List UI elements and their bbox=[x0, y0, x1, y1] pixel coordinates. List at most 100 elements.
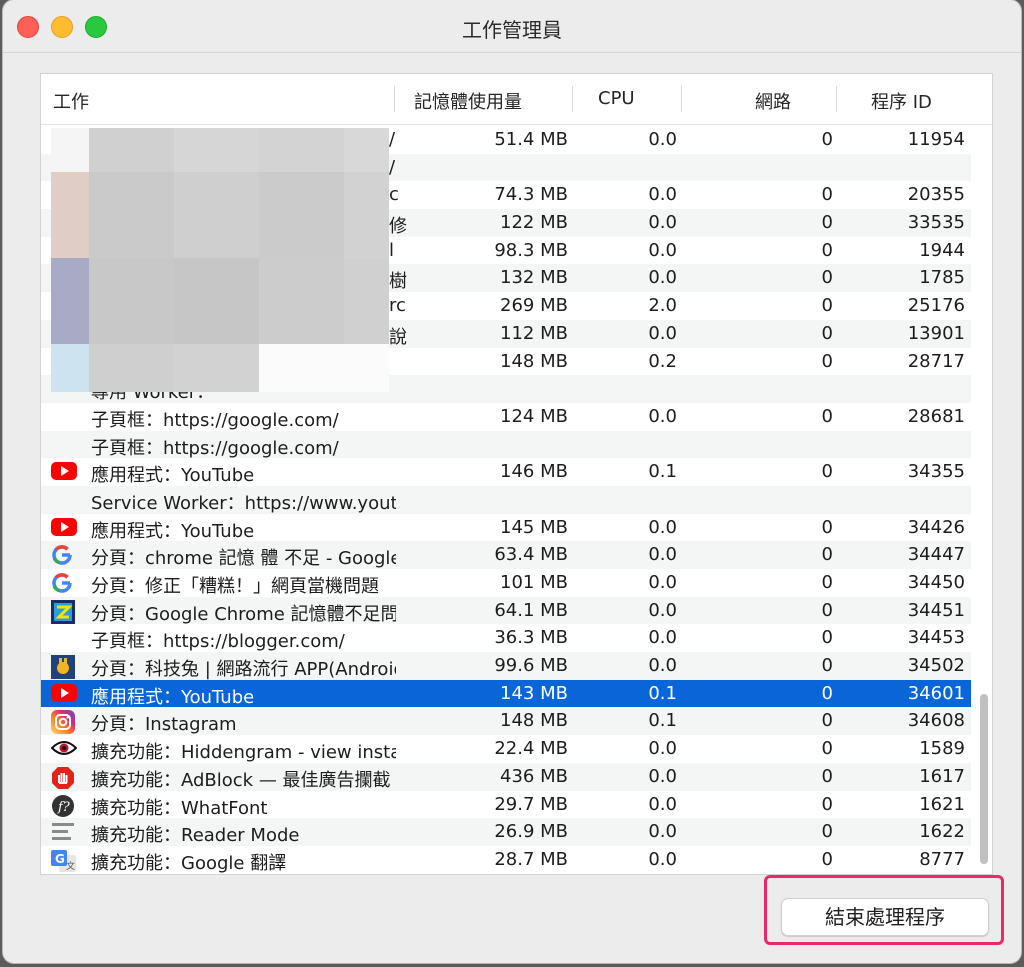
youtube-icon bbox=[51, 683, 79, 705]
network-cell: 0 bbox=[821, 655, 833, 677]
memory-cell: 143 MB bbox=[500, 682, 568, 704]
pid-cell: 28681 bbox=[907, 405, 965, 427]
network-cell: 0 bbox=[821, 682, 833, 704]
column-divider bbox=[572, 86, 573, 112]
column-divider bbox=[394, 86, 395, 112]
network-cell: 0 bbox=[821, 405, 833, 427]
adblock-icon bbox=[51, 766, 79, 789]
table-row[interactable]: 擴充功能：AdBlock — 最佳廣告攔截 436 MB 0.0 0 1617 bbox=[41, 762, 971, 791]
table-row[interactable]: f? 擴充功能：WhatFont 29.7 MB 0.0 0 1621 bbox=[41, 791, 971, 819]
eye-icon bbox=[51, 738, 79, 760]
pid-cell: 1589 bbox=[919, 738, 965, 760]
end-process-button[interactable]: 結束處理程序 bbox=[781, 898, 989, 936]
table-row[interactable]: 分頁：chrome 記憶 體 不足 - Google 搜尋 63.4 MB 0.0 0… bbox=[41, 541, 971, 569]
network-cell: 0 bbox=[821, 765, 833, 787]
network-cell: 0 bbox=[821, 295, 833, 317]
task-name: 擴充功能：WhatFont bbox=[91, 797, 268, 819]
pid-cell: 34608 bbox=[907, 710, 965, 732]
memory-cell: 36.3 MB bbox=[494, 627, 568, 649]
task-name: 分頁：Instagram bbox=[91, 714, 237, 736]
column-divider bbox=[836, 86, 837, 112]
cpu-cell: 0.0 bbox=[648, 544, 677, 566]
column-header-network[interactable]: 網路 bbox=[755, 88, 791, 114]
table-row[interactable]: Service Worker：https://www.youtube.com/ bbox=[41, 485, 971, 514]
memory-cell: 64.1 MB bbox=[494, 599, 568, 621]
cpu-cell: 0.0 bbox=[648, 599, 677, 621]
table-row[interactable]: 分頁：修正「糟糕！」網頁當機問題 101 MB 0.0 0 34450 bbox=[41, 569, 971, 597]
cpu-cell: 0.0 bbox=[648, 627, 677, 649]
task-name: 子頁框：https://google.com/ bbox=[91, 409, 339, 431]
memory-cell: 51.4 MB bbox=[494, 129, 568, 150]
memory-cell: 74.3 MB bbox=[494, 184, 568, 206]
memory-cell: 122 MB bbox=[500, 212, 568, 234]
table-row[interactable]: 應用程式：YouTube 145 MB 0.0 0 34426 bbox=[41, 514, 971, 542]
table-row[interactable]: 子頁框：https://google.com/124 MB 0.0 0 28681 bbox=[41, 403, 971, 431]
table-row[interactable]: 分頁：Google Chrome 記憶體不足問題 64.1 MB 0.0 0 34451 bbox=[41, 596, 971, 625]
cpu-cell: 0.0 bbox=[648, 572, 677, 593]
task-name: 擴充功能：Hiddengram - view instagram bbox=[91, 742, 396, 764]
svg-text:G: G bbox=[55, 852, 65, 866]
cpu-cell: 0.0 bbox=[648, 184, 677, 206]
pid-cell: 34450 bbox=[907, 572, 965, 593]
memory-cell: 145 MB bbox=[500, 516, 568, 538]
network-cell: 0 bbox=[821, 129, 833, 150]
cpu-cell: 0.0 bbox=[648, 848, 677, 870]
memory-cell: 269 MB bbox=[500, 295, 568, 317]
memory-cell: 98.3 MB bbox=[494, 239, 568, 261]
pid-cell: 1617 bbox=[919, 765, 965, 787]
vertical-scrollbar[interactable] bbox=[979, 126, 989, 871]
memory-cell: 63.4 MB bbox=[494, 544, 568, 566]
youtube-icon bbox=[51, 517, 79, 539]
cpu-cell: 0.1 bbox=[648, 682, 677, 704]
task-name: 擴充功能：AdBlock — 最佳廣告攔截 bbox=[91, 769, 391, 791]
task-table: 工作 記憶體使用量 CPU 網路 程序 ID / 51.4 MB 0.0 0 11954… bbox=[40, 73, 993, 875]
table-row[interactable]: 子頁框：https://blogger.com/36.3 MB 0.0 0 34453 bbox=[41, 624, 971, 652]
cpu-cell: 0.0 bbox=[648, 765, 677, 787]
memory-cell: 28.7 MB bbox=[494, 848, 568, 870]
column-header-cpu[interactable]: CPU bbox=[598, 88, 635, 109]
instagram-icon bbox=[51, 710, 79, 735]
pid-cell: 34453 bbox=[907, 627, 965, 649]
cpu-cell: 0.0 bbox=[648, 793, 677, 815]
task-name: Service Worker：https://www.youtube.com/ bbox=[91, 492, 396, 514]
table-row[interactable]: 分頁：Instagram 148 MB 0.1 0 34608 bbox=[41, 707, 971, 735]
table-row[interactable]: 分頁：科技兔 | 網路流行 APP(Android 99.6 MB 0.0 0 3450… bbox=[41, 652, 971, 680]
pid-cell: 33535 bbox=[907, 212, 965, 234]
memory-cell: 132 MB bbox=[500, 267, 568, 289]
task-manager-window: 工作管理員 工作 記憶體使用量 CPU 網路 程序 ID / 51.4 MB 0.0… bbox=[3, 0, 1021, 963]
column-header-task[interactable]: 工作 bbox=[53, 88, 89, 114]
network-cell: 0 bbox=[821, 821, 833, 843]
table-row[interactable]: 擴充功能：Hiddengram - view instagram 22.4 MB 0… bbox=[41, 735, 971, 763]
table-row[interactable]: 應用程式：YouTube 146 MB 0.1 0 34355 bbox=[41, 458, 971, 486]
memory-cell: 99.6 MB bbox=[494, 655, 568, 677]
pid-cell: 20355 bbox=[907, 184, 965, 206]
network-cell: 0 bbox=[821, 350, 833, 372]
column-divider bbox=[681, 86, 682, 112]
table-row[interactable]: G 文擴充功能：Google 翻譯 28.7 MB 0.0 0 8777 bbox=[41, 846, 971, 874]
pid-cell: 34447 bbox=[907, 544, 965, 566]
task-name: 分頁：科技兔 | 網路流行 APP(Android bbox=[91, 659, 396, 681]
memory-cell: 124 MB bbox=[500, 405, 568, 427]
network-cell: 0 bbox=[821, 793, 833, 815]
table-row[interactable]: 應用程式：YouTube 143 MB 0.1 0 34601 bbox=[41, 679, 971, 708]
svg-text:f?: f? bbox=[57, 800, 71, 815]
column-header-pid[interactable]: 程序 ID bbox=[871, 88, 932, 114]
network-cell: 0 bbox=[821, 239, 833, 261]
table-row[interactable]: 子頁框：https://google.com/ bbox=[41, 430, 971, 459]
scrollbar-thumb[interactable] bbox=[980, 694, 988, 864]
title-bar: 工作管理員 bbox=[3, 0, 1021, 53]
pid-cell: 28717 bbox=[907, 350, 965, 372]
column-header-memory[interactable]: 記憶體使用量 bbox=[414, 88, 522, 114]
network-cell: 0 bbox=[821, 544, 833, 566]
network-cell: 0 bbox=[821, 267, 833, 289]
task-name: 分頁：修正「糟糕！」網頁當機問題 bbox=[91, 576, 379, 597]
cpu-cell: 0.0 bbox=[648, 405, 677, 427]
table-row[interactable]: 擴充功能：Reader Mode 26.9 MB 0.0 0 1622 bbox=[41, 818, 971, 846]
task-name: 子頁框：https://blogger.com/ bbox=[91, 631, 345, 653]
task-name: 應用程式：YouTube bbox=[91, 520, 255, 542]
pid-cell: 1785 bbox=[919, 267, 965, 289]
memory-cell: 436 MB bbox=[500, 765, 568, 787]
task-name-fragment: l bbox=[389, 239, 395, 261]
network-cell: 0 bbox=[821, 710, 833, 732]
task-name: 分頁：chrome 記憶 體 不足 - Google 搜尋 bbox=[91, 548, 396, 570]
